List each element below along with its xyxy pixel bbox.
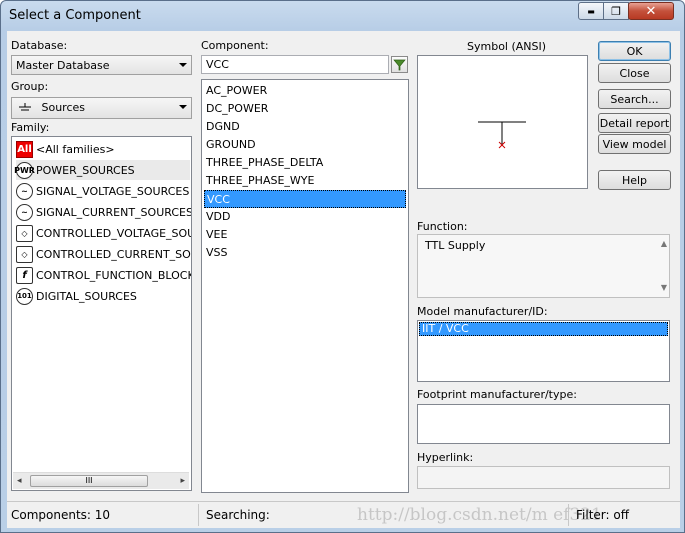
maximize-button[interactable]: ❐ (603, 2, 629, 20)
dialog-window: Select a Component ▬ ❐ ✕ Database: Maste… (0, 0, 685, 533)
window-title: Select a Component (9, 8, 141, 23)
symbol-preview (417, 55, 588, 189)
database-label: Database: (11, 39, 68, 52)
hyperlink-label: Hyperlink: (417, 451, 474, 464)
title-bar[interactable]: Select a Component ▬ ❐ ✕ (1, 1, 684, 31)
model-label: Model manufacturer/ID: (417, 305, 548, 318)
family-item-label: CONTROL_FUNCTION_BLOCKS (36, 268, 192, 282)
chevron-down-icon (179, 105, 187, 109)
close-window-button[interactable]: ✕ (628, 2, 674, 20)
list-item[interactable]: AC_POWER (204, 82, 267, 100)
database-value: Master Database (16, 59, 110, 72)
family-item-all[interactable]: All <All families> (16, 139, 115, 159)
family-item-controlled-voltage[interactable]: ◇ CONTROLLED_VOLTAGE_SOUR (16, 223, 192, 243)
digital-sources-icon: 101 (16, 287, 33, 305)
symbol-label: Symbol (ANSI) (467, 40, 547, 53)
scroll-right-icon[interactable]: ▸ (180, 476, 185, 486)
family-item-label: <All families> (36, 142, 115, 156)
function-block-icon: f (16, 266, 33, 284)
component-list[interactable]: AC_POWER DC_POWER DGND GROUND THREE_PHAS… (201, 79, 409, 493)
model-list[interactable]: IIT / VCC (417, 320, 670, 382)
function-box: TTL Supply ▲ ▼ (417, 234, 670, 298)
list-item[interactable]: VSS (204, 244, 228, 262)
function-label: Function: (417, 220, 468, 233)
help-button[interactable]: Help (598, 170, 671, 190)
ground-icon (19, 103, 31, 111)
signal-voltage-icon: ~ (16, 182, 33, 200)
family-item-label: POWER_SOURCES (36, 163, 135, 177)
minimize-icon: ▬ (587, 6, 595, 16)
status-separator (198, 504, 199, 526)
scroll-thumb[interactable]: III (30, 475, 148, 487)
controlled-voltage-icon: ◇ (16, 224, 33, 242)
list-item-selected[interactable]: VCC (204, 190, 406, 208)
searching-status: Searching: (206, 508, 270, 522)
family-list[interactable]: All <All families> PWR POWER_SOURCES ~ S… (11, 136, 192, 491)
list-item[interactable]: THREE_PHASE_WYE (204, 172, 314, 190)
controlled-current-icon: ◇ (16, 245, 33, 263)
list-item[interactable]: VEE (204, 226, 227, 244)
scroll-grip: III (85, 476, 93, 485)
group-value: Sources (41, 101, 86, 114)
component-search-input[interactable]: VCC (201, 55, 389, 74)
filter-icon (393, 59, 406, 71)
status-separator (568, 504, 569, 526)
list-item[interactable]: DGND (204, 118, 240, 136)
close-icon: ✕ (645, 3, 657, 19)
component-label: Component: (201, 39, 269, 52)
hyperlink-field[interactable] (417, 466, 670, 489)
maximize-icon: ❐ (611, 4, 621, 18)
function-value: TTL Supply (425, 239, 486, 252)
list-item[interactable]: THREE_PHASE_DELTA (204, 154, 323, 172)
components-count: Components: 10 (11, 508, 111, 522)
filter-status: Filter: off (576, 508, 629, 522)
family-item-label: CONTROLLED_VOLTAGE_SOUR (36, 226, 192, 240)
footprint-label: Footprint manufacturer/type: (417, 388, 577, 401)
family-item-label: SIGNAL_VOLTAGE_SOURCES (36, 184, 190, 198)
status-bar: Components: 10 Searching: http://blog.cs… (7, 501, 680, 528)
scroll-down-icon[interactable]: ▼ (661, 283, 667, 292)
family-item-signal-current[interactable]: ~ SIGNAL_CURRENT_SOURCES (16, 202, 192, 222)
signal-current-icon: ~ (16, 203, 33, 221)
filter-button[interactable] (391, 56, 408, 73)
close-button[interactable]: Close (598, 63, 671, 83)
family-item-digital-sources[interactable]: 101 DIGITAL_SOURCES (16, 286, 137, 306)
database-select[interactable]: Master Database (11, 55, 192, 75)
family-item-power-sources[interactable]: PWR POWER_SOURCES (14, 160, 190, 180)
minimize-button[interactable]: ▬ (578, 2, 604, 20)
dialog-client: Database: Master Database Group: Sources… (7, 31, 680, 528)
family-hscrollbar[interactable]: ◂ III ▸ (13, 472, 189, 489)
search-button[interactable]: Search... (598, 89, 671, 109)
vcc-symbol-icon (478, 121, 526, 149)
group-label: Group: (11, 80, 49, 93)
all-icon: All (16, 140, 33, 158)
family-item-label: SIGNAL_CURRENT_SOURCES (36, 205, 192, 219)
footprint-list[interactable] (417, 404, 670, 444)
list-item[interactable]: DC_POWER (204, 100, 268, 118)
chevron-down-icon (179, 63, 187, 67)
ok-button[interactable]: OK (598, 41, 671, 61)
list-item[interactable]: GROUND (204, 136, 256, 154)
group-select[interactable]: Sources (11, 97, 192, 119)
component-search-value: VCC (206, 58, 229, 71)
scroll-up-icon[interactable]: ▲ (661, 239, 667, 248)
family-item-controlled-current[interactable]: ◇ CONTROLLED_CURRENT_SOUI (16, 244, 192, 264)
model-item-selected[interactable]: IIT / VCC (419, 322, 668, 336)
family-item-label: CONTROLLED_CURRENT_SOUI (36, 247, 192, 261)
list-item[interactable]: VDD (204, 208, 230, 226)
detail-report-button[interactable]: Detail report (598, 113, 671, 133)
view-model-button[interactable]: View model (598, 134, 671, 154)
power-sources-icon: PWR (14, 161, 35, 179)
family-item-signal-voltage[interactable]: ~ SIGNAL_VOLTAGE_SOURCES (16, 181, 189, 201)
family-label: Family: (11, 121, 50, 134)
family-item-label: DIGITAL_SOURCES (36, 289, 137, 303)
family-item-control-function[interactable]: f CONTROL_FUNCTION_BLOCKS (16, 265, 192, 285)
watermark: http://blog.csdn.net/m ef321 (357, 505, 602, 525)
scroll-left-icon[interactable]: ◂ (17, 476, 22, 486)
